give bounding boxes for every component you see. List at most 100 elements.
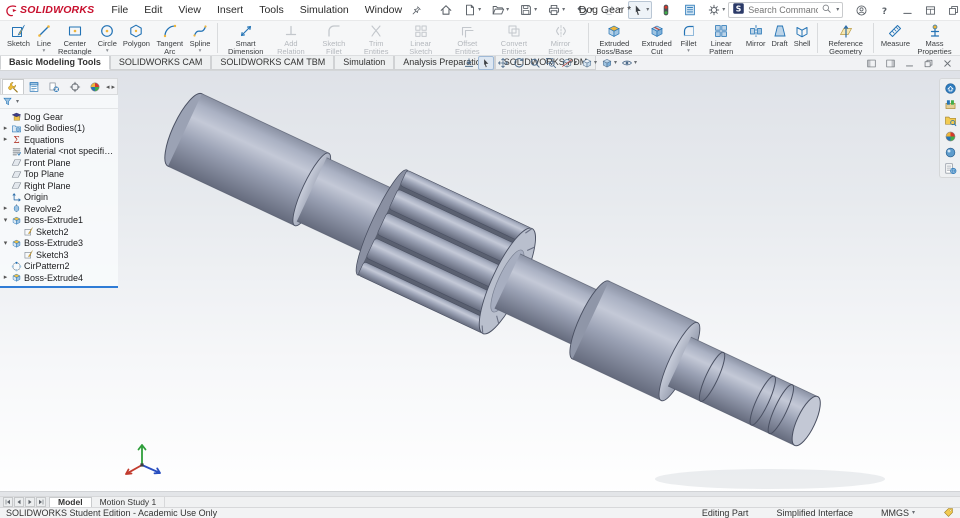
doc-restore-button[interactable] xyxy=(921,56,936,71)
file-properties-button[interactable] xyxy=(680,1,700,19)
study-nav-next-button[interactable] xyxy=(25,497,35,507)
dimxpertmanager-tab[interactable] xyxy=(65,79,85,94)
user-login-button[interactable] xyxy=(853,2,870,19)
options-button[interactable]: ▾ xyxy=(704,1,728,19)
search-caret-icon[interactable]: ▾ xyxy=(836,7,839,13)
pan-button[interactable] xyxy=(496,57,510,69)
study-nav-first-button[interactable] xyxy=(3,497,13,507)
units-selector[interactable]: MMGS ▾ xyxy=(881,508,915,518)
save-button[interactable]: ▾ xyxy=(516,1,540,19)
ribbon-button-center-rectangle[interactable]: Center Rectangle▾ xyxy=(55,21,95,55)
tags-button[interactable] xyxy=(943,507,954,518)
ribbon-button-convert-entities[interactable]: Convert Entities xyxy=(491,21,538,55)
tree-item-origin[interactable]: Origin xyxy=(0,192,118,204)
tab-model[interactable]: Model xyxy=(49,497,92,507)
featuremanager-tree-tab[interactable] xyxy=(2,79,25,94)
command-tab-solidworks-cam-tbm[interactable]: SOLIDWORKS CAM TBM xyxy=(211,56,335,70)
study-nav-prev-button[interactable] xyxy=(14,497,24,507)
minimize-button[interactable] xyxy=(899,2,916,19)
command-tab-solidworks-cam[interactable]: SOLIDWORKS CAM xyxy=(109,56,212,70)
expander-icon[interactable]: ▾ xyxy=(2,240,9,247)
propertymanager-tab[interactable] xyxy=(24,79,44,94)
ribbon-button-line[interactable]: Line ▾ xyxy=(33,21,55,55)
ribbon-button-add-relation[interactable]: Add Relation xyxy=(269,21,313,55)
tab-motion-study-1[interactable]: Motion Study 1 xyxy=(91,497,166,507)
ribbon-button-smart-dimension[interactable]: Smart Dimension▾ xyxy=(222,21,269,55)
display-style-button[interactable]: ▾ xyxy=(600,57,618,69)
expander-icon[interactable]: ▸ xyxy=(2,136,9,143)
rotate-view-button[interactable] xyxy=(512,57,526,69)
solidworks-resources-button[interactable] xyxy=(940,80,960,96)
custom-properties-button[interactable] xyxy=(940,160,960,176)
ribbon-button-mirror[interactable]: Mirror xyxy=(743,21,769,55)
tree-item-boss-extrude3[interactable]: ▾ Boss-Extrude3 xyxy=(0,238,118,250)
doc-pane-right-button[interactable] xyxy=(883,56,898,71)
search-commands-box[interactable]: S ▾ xyxy=(728,2,844,18)
ribbon-button-mirror-entities[interactable]: Mirror Entities xyxy=(537,21,584,55)
expander-icon[interactable]: ▸ xyxy=(2,274,9,281)
doc-minimize-button[interactable] xyxy=(902,56,917,71)
new-document-button[interactable]: ▾ xyxy=(460,1,484,19)
horizontal-splitter[interactable] xyxy=(0,491,960,496)
restore-button[interactable] xyxy=(945,2,960,19)
tree-item-sketch2[interactable]: Sketch2 xyxy=(0,226,118,238)
ribbon-button-mass-properties[interactable]: Mass Properties xyxy=(913,21,956,55)
ribbon-button-sketch-fillet[interactable]: Sketch Fillet▾ xyxy=(313,21,355,55)
ribbon-button-spline[interactable]: Spline ▾ xyxy=(187,21,214,55)
search-input[interactable] xyxy=(748,5,819,15)
zoom-in-out-button[interactable] xyxy=(528,57,542,69)
menu-simulation[interactable]: Simulation xyxy=(293,2,356,18)
ribbon-button-tangent-arc[interactable]: Tangent Arc▾ xyxy=(153,21,187,55)
tree-item-right-plane[interactable]: Right Plane xyxy=(0,180,118,192)
search-magnifier-slot[interactable] xyxy=(821,3,832,17)
tree-item-boss-extrude1[interactable]: ▾ Boss-Extrude1 xyxy=(0,215,118,227)
undo-button[interactable]: ▾ xyxy=(572,1,596,19)
ribbon-button-reference-geometry[interactable]: Reference Geometry▾ xyxy=(822,21,869,55)
menu-file[interactable]: File xyxy=(104,2,135,18)
redo-button[interactable]: ▾ xyxy=(600,1,624,19)
open-button[interactable]: ▾ xyxy=(488,1,512,19)
rebuild-button[interactable] xyxy=(656,1,676,19)
ribbon-button-linear-sketch-pattern[interactable]: Linear Sketch Pattern▾ xyxy=(397,21,444,55)
zoom-to-area-button[interactable] xyxy=(544,57,558,69)
design-library-button[interactable] xyxy=(940,96,960,112)
ribbon-button-extruded-cut[interactable]: Extruded Cut▾ xyxy=(636,21,678,55)
ribbon-button-measure[interactable]: Measure xyxy=(878,21,913,55)
menu-edit[interactable]: Edit xyxy=(137,2,169,18)
tree-item-material-not-specified[interactable]: Material <not specified> xyxy=(0,146,118,158)
command-tab-basic-modeling-tools[interactable]: Basic Modeling Tools xyxy=(0,56,110,70)
ribbon-button-shell[interactable]: Shell xyxy=(791,21,814,55)
configurationmanager-tab[interactable] xyxy=(44,79,64,94)
help-button[interactable]: ? xyxy=(876,2,893,19)
ribbon-button-extruded-boss-base[interactable]: Extruded Boss/Base xyxy=(593,21,636,55)
ribbon-button-fillet[interactable]: Fillet ▾ xyxy=(678,21,700,55)
tree-item-sketch3[interactable]: Sketch3 xyxy=(0,249,118,261)
tree-item-solid-bodies-1[interactable]: ▸ Solid Bodies(1) xyxy=(0,123,118,135)
menu-view[interactable]: View xyxy=(171,2,208,18)
ribbon-button-trim-entities[interactable]: Trim Entities xyxy=(355,21,398,55)
tree-item-front-plane[interactable]: Front Plane xyxy=(0,157,118,169)
menu-tools[interactable]: Tools xyxy=(252,2,291,18)
section-view-button[interactable]: ▾ xyxy=(560,57,578,69)
ribbon-button-draft[interactable]: Draft xyxy=(768,21,790,55)
file-explorer-button[interactable] xyxy=(940,112,960,128)
viewport-3d[interactable] xyxy=(0,71,960,496)
ribbon-button-polygon[interactable]: Polygon xyxy=(120,21,153,55)
tree-item-boss-extrude4[interactable]: ▸ Boss-Extrude4 xyxy=(0,272,118,284)
tab-scroll-right-icon[interactable]: ▸ xyxy=(110,83,116,91)
menu-window[interactable]: Window xyxy=(358,2,409,18)
expander-icon[interactable]: ▾ xyxy=(2,217,9,224)
study-nav-last-button[interactable] xyxy=(36,497,46,507)
expander-icon[interactable]: ▸ xyxy=(2,125,9,132)
zoom-to-fit-button[interactable] xyxy=(462,57,476,69)
pin-menu-button[interactable] xyxy=(411,5,422,16)
home-button[interactable] xyxy=(436,1,456,19)
displaymanager-tab[interactable] xyxy=(85,79,105,94)
tree-item-equations[interactable]: ▸ Σ Equations xyxy=(0,134,118,146)
tree-item-revolve2[interactable]: ▸ Revolve2 xyxy=(0,203,118,215)
rollback-bar[interactable] xyxy=(0,285,118,288)
print-button[interactable]: ▾ xyxy=(544,1,568,19)
expander-icon[interactable]: ▸ xyxy=(2,205,9,212)
view-palette-button[interactable] xyxy=(940,128,960,144)
command-tab-simulation[interactable]: Simulation xyxy=(334,56,395,70)
